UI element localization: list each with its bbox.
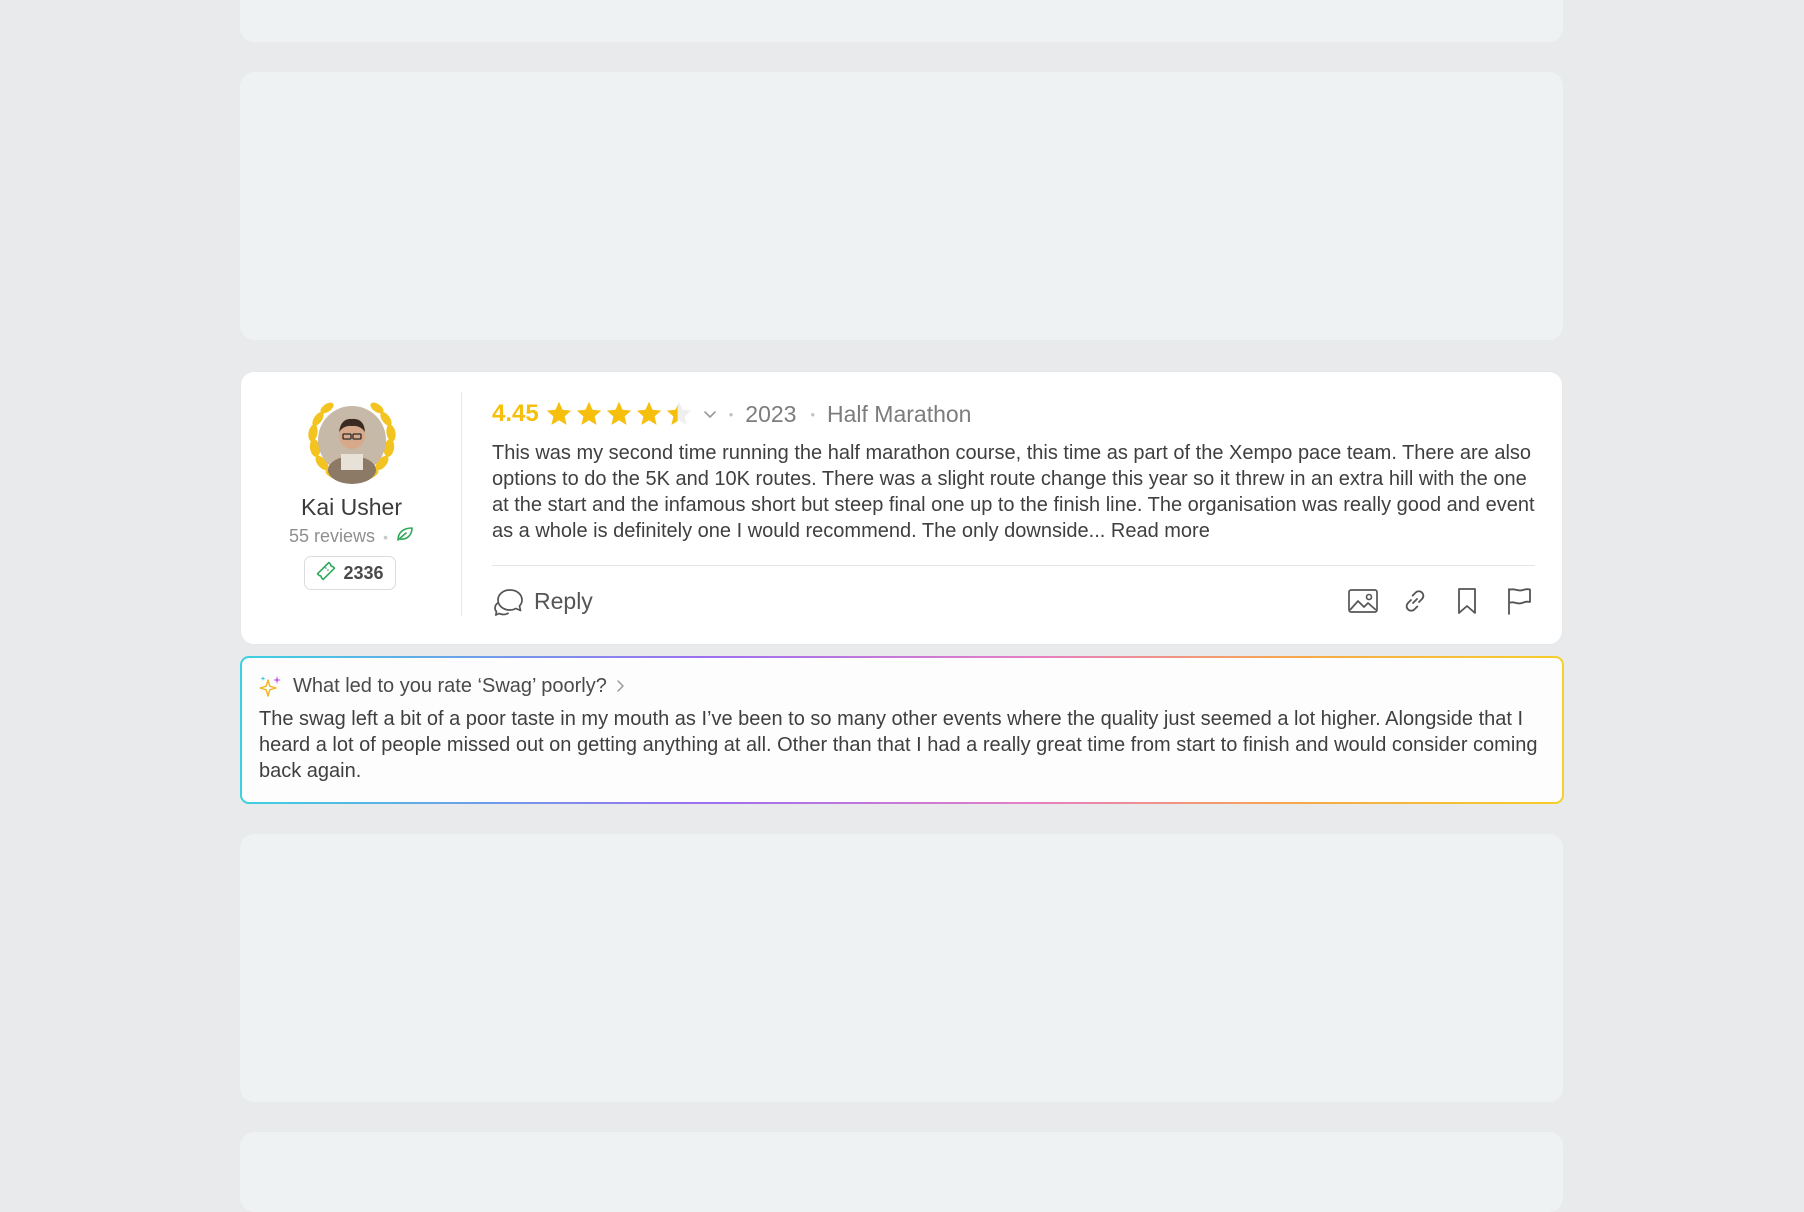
star-rating: [545, 400, 693, 428]
separator-dot: •: [383, 528, 388, 545]
review-actions: [1347, 584, 1535, 618]
followup-body: What led to you rate ‘Swag’ poorly? The …: [242, 658, 1562, 802]
star-icon: [636, 401, 661, 425]
separator-dot: •: [810, 406, 816, 422]
author-meta: 55 reviews •: [241, 526, 462, 547]
star-icon: [606, 401, 631, 425]
placeholder-card: [240, 72, 1563, 340]
review-author: Kai Usher 55 reviews • 2336: [241, 372, 462, 644]
avatar[interactable]: [305, 398, 399, 484]
comment-icon: [492, 585, 524, 617]
points-value: 2336: [343, 562, 384, 583]
star-icon: [546, 401, 571, 425]
image-icon[interactable]: [1347, 585, 1379, 617]
reply-label: Reply: [534, 587, 593, 614]
rating-score: 4.45: [492, 400, 539, 427]
chevron-down-icon[interactable]: [703, 409, 717, 419]
followup-answer: The swag left a bit of a poor taste in m…: [259, 708, 1538, 782]
sparkles-icon: [259, 674, 283, 698]
star-icon: [666, 401, 691, 425]
divider: [492, 565, 1535, 566]
author-name[interactable]: Kai Usher: [241, 494, 462, 521]
event-name: Half Marathon: [827, 400, 972, 427]
flag-icon[interactable]: [1503, 585, 1535, 617]
review-card: Kai Usher 55 reviews • 2336 4.45 • 2023 …: [240, 371, 1563, 645]
laurel-wreath-icon: [308, 402, 396, 484]
divider: [461, 392, 462, 616]
review-body: This was my second time running the half…: [492, 440, 1535, 544]
read-more-link[interactable]: Read more: [1111, 520, 1210, 542]
placeholder-card: [240, 0, 1563, 42]
reply-button[interactable]: Reply: [492, 584, 593, 618]
bookmark-icon[interactable]: [1451, 585, 1483, 617]
followup-panel: What led to you rate ‘Swag’ poorly? The …: [240, 656, 1564, 804]
review-count: 55 reviews: [289, 526, 376, 546]
link-icon[interactable]: [1399, 585, 1431, 617]
followup-question-row[interactable]: What led to you rate ‘Swag’ poorly?: [259, 672, 625, 700]
separator-dot: •: [728, 406, 734, 422]
review-year: 2023: [745, 400, 797, 427]
rating-row: 4.45 • 2023 • Half Marathon: [492, 397, 1535, 431]
chevron-right-icon: [615, 679, 625, 693]
points-badge: 2336: [304, 556, 396, 590]
review-body-text: This was my second time running the half…: [492, 442, 1535, 542]
placeholder-card: [240, 1132, 1563, 1212]
ticket-icon: [316, 561, 336, 586]
star-icon: [576, 401, 601, 425]
leaf-icon: [396, 526, 414, 547]
followup-question: What led to you rate ‘Swag’ poorly?: [293, 674, 607, 697]
placeholder-card: [240, 834, 1563, 1102]
